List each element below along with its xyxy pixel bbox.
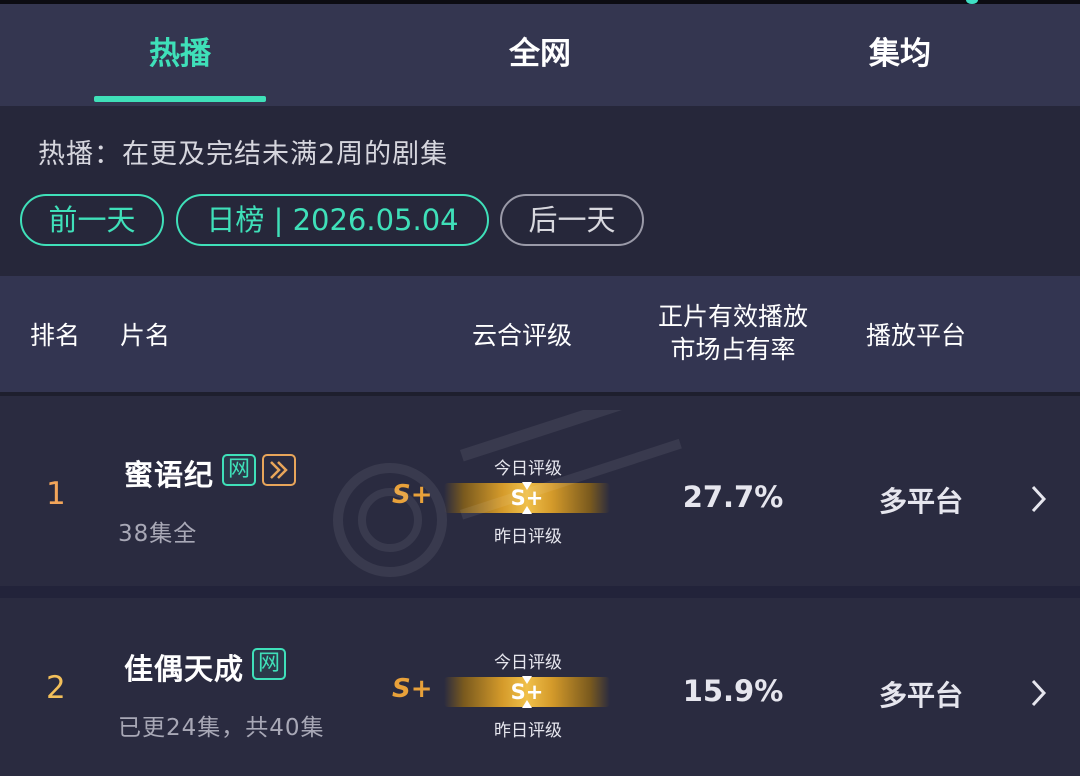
previous-day-button[interactable]: 前一天	[20, 194, 164, 246]
episode-status: 38集全	[118, 521, 198, 547]
market-share-value: 15.9%	[682, 674, 784, 708]
date-selector-button[interactable]: 日榜 | 2026.05.04	[176, 194, 489, 246]
double-play-icon	[262, 454, 296, 486]
show-title: 蜜语纪	[124, 458, 215, 492]
network-badge: 网	[222, 454, 256, 486]
tab-bar: 热播 全网 集均	[0, 4, 1080, 106]
grade-bar: S+	[444, 482, 610, 514]
grade-rating: S+	[392, 674, 433, 704]
chevron-right-icon[interactable]	[1028, 676, 1050, 710]
table-row[interactable]: 1 蜜语纪 网 38集全 S+ 今日评级 S+ 昨日评级 27.7% 多平台	[0, 396, 1080, 586]
rank-number: 2	[46, 670, 66, 706]
tab-all-network[interactable]: 全网	[360, 4, 720, 106]
column-header-title: 片名	[120, 321, 171, 350]
column-header-rank: 排名	[30, 321, 81, 350]
column-header-grade: 云合评级	[472, 321, 573, 350]
category-description: 热播：在更及完结未满2周的剧集	[38, 139, 449, 170]
chevron-right-icon[interactable]	[1028, 482, 1050, 516]
yesterday-marker-icon	[522, 700, 532, 708]
tab-per-episode[interactable]: 集均	[720, 4, 1080, 106]
yesterday-grade-label: 昨日评级	[494, 527, 562, 547]
network-badge: 网	[252, 648, 286, 680]
show-title: 佳偶天成	[124, 652, 245, 686]
column-header-platform: 播放平台	[866, 321, 967, 350]
table-header: 排名 片名 云合评级 正片有效播放 市场占有率 播放平台	[0, 276, 1080, 392]
grade-rating: S+	[392, 480, 433, 510]
yesterday-marker-icon	[522, 506, 532, 514]
column-header-market-share: 正片有效播放 市场占有率	[640, 300, 826, 366]
column-header-market-share-line2: 市场占有率	[670, 335, 796, 364]
active-tab-indicator	[94, 96, 266, 102]
next-day-button[interactable]: 后一天	[500, 194, 644, 246]
today-grade-label: 今日评级	[494, 459, 562, 479]
market-share-value: 27.7%	[682, 480, 784, 514]
column-header-market-share-line1: 正片有效播放	[657, 302, 808, 331]
info-panel: 热播：在更及完结未满2周的剧集 前一天 日榜 | 2026.05.04 后一天	[0, 106, 1080, 276]
platform-value: 多平台	[878, 679, 963, 712]
table-row[interactable]: 2 佳偶天成 网 已更24集，共40集 S+ 今日评级 S+ 昨日评级 15.9…	[0, 598, 1080, 776]
row-divider	[0, 586, 1080, 598]
platform-value: 多平台	[878, 485, 963, 518]
today-grade-label: 今日评级	[494, 653, 562, 673]
episode-status: 已更24集，共40集	[118, 715, 325, 741]
grade-bar: S+	[444, 676, 610, 708]
rank-number: 1	[46, 476, 66, 512]
yesterday-grade-label: 昨日评级	[494, 721, 562, 741]
tab-hot[interactable]: 热播	[0, 4, 360, 106]
